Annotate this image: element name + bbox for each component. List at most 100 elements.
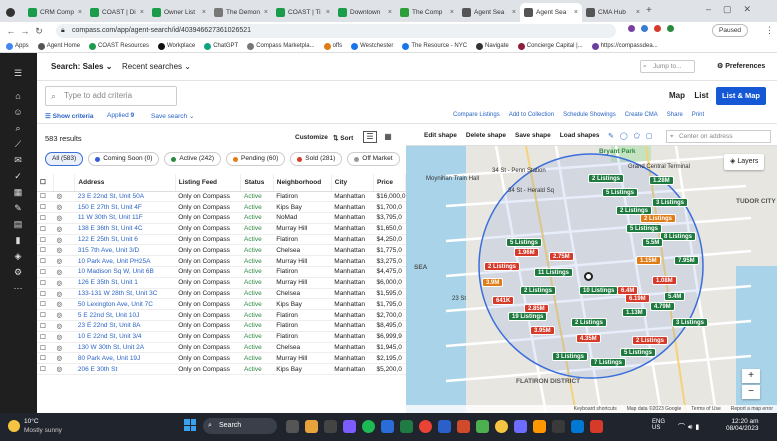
bookmark-item[interactable]: https://compassdea... xyxy=(591,42,658,50)
criteria-input[interactable]: ⌕ Type to add criteria xyxy=(45,86,177,106)
table-cell[interactable]: 126 E 35th St, Unit 1 xyxy=(74,277,176,289)
table-row[interactable]: ☐ ◎ 5 E 22nd St, Unit 10J Only on Compass Ac… xyxy=(37,309,406,322)
save-search-button[interactable]: Save search ⌄ xyxy=(151,112,194,120)
bookmark-item[interactable]: Compass Marketpla... xyxy=(247,42,315,50)
extension-icon[interactable] xyxy=(628,25,635,32)
sort-button[interactable]: ⇅ Sort xyxy=(333,134,353,142)
browser-tab[interactable]: Agent Sea × xyxy=(458,3,520,22)
map-listing-pin[interactable]: 3.9M xyxy=(482,278,504,287)
marketing-icon[interactable]: ◈ xyxy=(12,250,24,262)
draw-square-icon[interactable]: ▢ xyxy=(646,132,653,140)
favorite-icon[interactable]: ◎ xyxy=(53,223,75,235)
map-listing-pin[interactable]: 19 Listings xyxy=(508,312,548,321)
table-row[interactable]: ☐ ◎ 126 E 35th St, Unit 1 Only on Compass Ac… xyxy=(37,277,406,289)
language-indicator[interactable]: ENG US xyxy=(652,419,665,431)
back-icon[interactable]: ← xyxy=(4,26,18,36)
table-cell[interactable]: 50 Lexington Ave, Unit 7C xyxy=(74,298,176,311)
list-layout-icon[interactable]: ☰ xyxy=(363,131,377,143)
app-icon[interactable] xyxy=(552,420,565,433)
menu-kebab-icon[interactable]: ⋮ xyxy=(765,25,774,36)
browser-tab[interactable]: COAST | Ti × xyxy=(272,3,334,22)
table-cell[interactable]: 130 W 30th St, Unit 2A xyxy=(74,342,176,354)
app-icon[interactable] xyxy=(533,420,546,433)
table-row[interactable]: ☐ ◎ 130 W 30th St, Unit 2A Only on Compass A… xyxy=(37,342,406,354)
favorite-icon[interactable]: ◎ xyxy=(53,266,75,278)
analytics-icon[interactable]: ▮ xyxy=(12,234,24,246)
bookmark-item[interactable]: Workplace xyxy=(157,42,195,50)
row-checkbox[interactable]: ☐ xyxy=(37,212,54,224)
browser-tab[interactable]: Owner List × xyxy=(148,3,210,22)
search-icon[interactable]: ⌕ xyxy=(12,122,24,134)
select-all-checkbox-cell[interactable]: ☐ xyxy=(37,174,55,192)
map-listing-pin[interactable]: 1.13M xyxy=(622,308,647,317)
map-listing-pin[interactable]: 3 Listings xyxy=(652,198,689,207)
contacts-icon[interactable]: ☺ xyxy=(12,106,24,118)
draw-pencil-icon[interactable]: ✎ xyxy=(608,132,614,140)
clock[interactable]: 12:20 am 08/04/2023 xyxy=(726,418,759,432)
browser-tab[interactable]: COAST | Di × xyxy=(86,3,148,22)
table-cell[interactable]: 5 E 22nd St, Unit 10J xyxy=(74,309,176,322)
reload-icon[interactable]: ↻ xyxy=(32,26,46,37)
bookmark-item[interactable]: offs xyxy=(323,42,342,50)
zoom-in-button[interactable]: + xyxy=(742,369,760,383)
chrome-icon[interactable] xyxy=(495,420,508,433)
search-mode-dropdown[interactable]: Search: Sales ⌄ xyxy=(51,62,112,71)
mail-icon[interactable]: ✉ xyxy=(12,154,24,166)
table-cell[interactable]: 150 E 27th St, Unit 4F xyxy=(74,201,176,214)
table-row[interactable]: ☐ ◎ 206 E 30th St Only on Compass Active Kips… xyxy=(37,363,406,376)
table-row[interactable]: ☐ ◎ 11 W 30th St, Unit 11F Only on Compass A… xyxy=(37,212,406,224)
bookmark-item[interactable]: ChatGPT xyxy=(204,42,238,50)
row-checkbox[interactable]: ☐ xyxy=(37,266,54,278)
row-checkbox[interactable]: ☐ xyxy=(37,342,54,354)
more-icon[interactable]: ⋯ xyxy=(12,282,24,294)
column-header[interactable]: Address xyxy=(74,174,176,192)
table-cell[interactable]: 10 Madison Sq W, Unit 6B xyxy=(74,266,176,278)
table-row[interactable]: ☐ ◎ 10 Madison Sq W, Unit 6B Only on Compas… xyxy=(37,266,406,278)
window-controls[interactable]: –▢✕ xyxy=(706,4,763,15)
table-cell[interactable]: 10 E 22nd St, Unit 3/4 xyxy=(74,331,176,343)
map-listing-pin[interactable]: 2 Listings xyxy=(640,214,677,223)
favorite-icon[interactable]: ◎ xyxy=(53,244,75,257)
map-footer-link[interactable]: Report a map error xyxy=(731,405,773,413)
home-icon[interactable]: ⌂ xyxy=(12,90,24,102)
excel-icon[interactable] xyxy=(400,420,413,433)
settings-icon[interactable]: ⚙ xyxy=(12,266,24,278)
favorite-icon[interactable]: ◎ xyxy=(53,298,75,311)
map-listing-pin[interactable]: 3 Listings xyxy=(552,352,589,361)
zoom-out-button[interactable]: − xyxy=(742,385,760,399)
map-listing-pin[interactable]: 5 Listings xyxy=(602,188,639,197)
browser-tab[interactable]: Agent Sea × xyxy=(520,3,582,22)
map-listing-pin[interactable]: 5.5M xyxy=(642,238,664,247)
center-address-input[interactable]: ⌖ Center on address xyxy=(666,130,771,143)
status-filter-chip[interactable]: All (583) xyxy=(45,152,84,166)
weather-temp[interactable]: 10°C xyxy=(24,418,39,425)
favorite-icon[interactable]: ◎ xyxy=(53,342,75,354)
customize-button[interactable]: Customize xyxy=(295,134,328,141)
edit-icon[interactable]: ✎ xyxy=(12,202,24,214)
favorite-icon[interactable]: ◎ xyxy=(53,320,75,332)
map-listing-pin[interactable]: 8 Listings xyxy=(660,232,697,241)
url-field[interactable]: 🔒︎ compass.com/app/agent-search/id/40394… xyxy=(56,24,616,38)
map-listing-pin[interactable]: 2 Listings xyxy=(571,318,608,327)
extension-icon[interactable] xyxy=(654,25,661,32)
browser-tab[interactable]: The Demon × xyxy=(210,3,272,22)
weather-desc[interactable]: Mostly sunny xyxy=(24,427,62,434)
map-listing-pin[interactable]: 641K xyxy=(492,296,515,305)
favorite-icon[interactable]: ◎ xyxy=(53,191,75,203)
recent-searches-dropdown[interactable]: Recent searches ⌄ xyxy=(122,62,191,71)
map-listing-pin[interactable]: 3.95M xyxy=(530,326,555,335)
column-header[interactable]: City xyxy=(331,174,375,192)
favorite-icon[interactable]: ◎ xyxy=(53,363,75,376)
toolbar-action-button[interactable]: Add to Collection xyxy=(509,112,554,118)
calendar-icon[interactable]: ▦ xyxy=(12,186,24,198)
map-listing-pin[interactable]: 5.4M xyxy=(664,292,686,301)
browser-tab[interactable]: CRM Comp × xyxy=(24,3,86,22)
row-checkbox[interactable]: ☐ xyxy=(37,244,54,257)
table-row[interactable]: ☐ ◎ 23 E 22nd St, Unit 50A Only on Compass A… xyxy=(37,191,406,203)
map-listing-pin[interactable]: 2 Listings xyxy=(484,262,521,271)
row-checkbox[interactable]: ☐ xyxy=(37,277,54,289)
row-checkbox[interactable]: ☐ xyxy=(37,288,54,300)
table-cell[interactable]: 23 E 22nd St, Unit 50A xyxy=(74,191,176,203)
layers-button[interactable]: ◈ Layers xyxy=(724,154,765,170)
bookmark-item[interactable]: Apps xyxy=(6,42,29,50)
